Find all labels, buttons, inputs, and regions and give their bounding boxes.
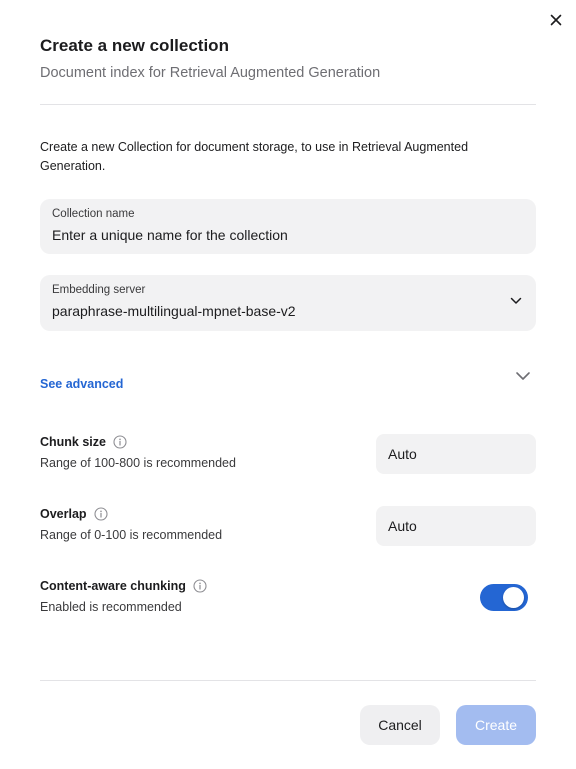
see-advanced-link[interactable]: See advanced bbox=[40, 377, 123, 391]
content-aware-hint: Enabled is recommended bbox=[40, 600, 182, 614]
header-divider bbox=[40, 104, 536, 105]
overlap-input[interactable] bbox=[376, 506, 536, 546]
chunk-size-label: Chunk size bbox=[40, 435, 106, 449]
footer-divider bbox=[40, 680, 536, 681]
chunk-size-hint: Range of 100-800 is recommended bbox=[40, 456, 236, 470]
close-button[interactable] bbox=[546, 10, 566, 30]
embedding-server-label: Embedding server bbox=[52, 284, 146, 296]
collection-name-field[interactable]: Collection name bbox=[40, 199, 536, 254]
dialog-title: Create a new collection bbox=[40, 36, 229, 55]
chevron-down-icon bbox=[510, 297, 522, 304]
collection-name-label: Collection name bbox=[52, 208, 135, 220]
overlap-hint: Range of 0-100 is recommended bbox=[40, 528, 223, 542]
create-button[interactable]: Create bbox=[456, 705, 536, 745]
content-aware-label: Content-aware chunking bbox=[40, 579, 186, 593]
dialog-subtitle: Document index for Retrieval Augmented G… bbox=[40, 65, 381, 81]
advanced-chevron-icon[interactable] bbox=[515, 370, 531, 382]
embedding-server-select[interactable]: Embedding server paraphrase-multilingual… bbox=[40, 275, 536, 331]
close-icon bbox=[550, 14, 562, 26]
content-aware-toggle[interactable] bbox=[480, 584, 528, 611]
embedding-server-value: paraphrase-multilingual-mpnet-base-v2 bbox=[52, 303, 296, 319]
info-icon[interactable] bbox=[94, 507, 108, 521]
toggle-knob bbox=[503, 587, 524, 608]
info-icon[interactable] bbox=[113, 435, 127, 449]
content-aware-title: Content-aware chunking bbox=[40, 579, 207, 593]
collection-name-input[interactable] bbox=[52, 227, 512, 243]
overlap-title: Overlap bbox=[40, 507, 108, 521]
chunk-size-title: Chunk size bbox=[40, 435, 127, 449]
cancel-button[interactable]: Cancel bbox=[360, 705, 440, 745]
overlap-label: Overlap bbox=[40, 507, 87, 521]
create-collection-dialog: Create a new collection Document index f… bbox=[0, 0, 576, 769]
dialog-description: Create a new Collection for document sto… bbox=[40, 140, 469, 173]
chunk-size-input[interactable] bbox=[376, 434, 536, 474]
info-icon[interactable] bbox=[193, 579, 207, 593]
